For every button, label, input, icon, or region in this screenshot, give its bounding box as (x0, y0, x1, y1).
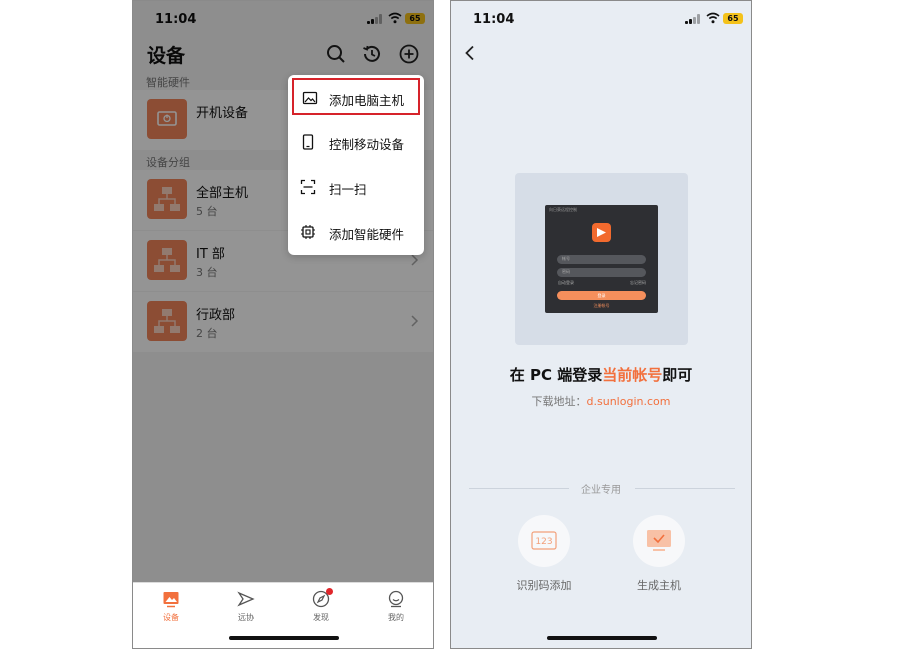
menu-item-add-hardware[interactable]: 添加智能硬件 (288, 210, 424, 255)
tab-label: 设备 (163, 613, 179, 622)
login-window-preview: 向日葵远程控制 帐号 密码 自动登录 忘记密码 登录 注册帐号 (545, 205, 658, 313)
add-pc-screen: 11:04 65 向日葵远程控制 帐号 密码 自动登录 忘记密码 登录 注册帐号… (450, 0, 752, 649)
profile-icon (388, 590, 404, 608)
menu-item-label: 扫一扫 (329, 182, 367, 197)
generate-host-label: 生成主机 (637, 579, 681, 592)
tab-discover[interactable]: 发现 (291, 588, 351, 628)
download-address: 下载地址：d.sunlogin.com (451, 393, 751, 409)
menu-item-label: 添加智能硬件 (329, 227, 405, 242)
wifi-icon (706, 12, 720, 24)
menu-item-label: 控制移动设备 (329, 137, 405, 152)
tab-label: 发现 (313, 613, 329, 622)
tab-profile[interactable]: 我的 (366, 588, 426, 628)
menu-item-scan[interactable]: 扫一扫 (288, 165, 424, 210)
menu-item-control-mobile[interactable]: 控制移动设备 (288, 120, 424, 165)
id-code-add-label: 识别码添加 (516, 579, 572, 592)
pc-login-illustration: 向日葵远程控制 帐号 密码 自动登录 忘记密码 登录 注册帐号 (515, 173, 688, 345)
id-code-add-button[interactable]: 123 (518, 515, 570, 567)
login-button-preview: 登录 (557, 291, 646, 300)
status-time: 11:04 (473, 12, 515, 27)
notification-badge (326, 588, 333, 595)
password-field-preview: 密码 (557, 268, 646, 277)
monitor-check-icon (647, 530, 671, 551)
sunlogin-logo (592, 223, 611, 242)
divider (635, 488, 735, 489)
register-link-preview: 注册帐号 (593, 303, 610, 308)
signal-icon (685, 14, 700, 24)
headline-highlight: 当前帐号 (602, 366, 663, 384)
id-code-icon-text: 123 (535, 537, 552, 547)
add-menu: 添加电脑主机 控制移动设备 扫一扫 添加智能硬件 (288, 75, 424, 255)
back-arrow-icon[interactable] (463, 45, 477, 61)
preview-title: 向日葵远程控制 (549, 207, 577, 212)
menu-item-add-pc[interactable]: 添加电脑主机 (292, 78, 420, 115)
chip-icon (301, 225, 315, 239)
generate-host-button[interactable] (633, 515, 685, 567)
logo-mark-icon (597, 228, 606, 237)
download-label: 下载地址： (531, 395, 587, 408)
devices-tab-icon (163, 592, 179, 608)
tab-label: 我的 (388, 613, 404, 622)
status-bar: 11:04 65 (451, 1, 751, 37)
tab-remote-assist[interactable]: 远协 (216, 588, 276, 628)
tab-label: 远协 (238, 613, 254, 622)
menu-item-label: 添加电脑主机 (329, 93, 405, 108)
devices-screen: 11:04 65 设备 智能硬件 开机设备 设备分组 全部主机 5 台 IT 部… (132, 0, 434, 649)
id-code-icon: 123 (531, 531, 557, 550)
account-placeholder: 帐号 (562, 256, 570, 261)
image-icon (302, 91, 318, 105)
account-field-preview: 帐号 (557, 255, 646, 264)
password-placeholder: 密码 (562, 269, 570, 274)
headline-suffix: 即可 (662, 366, 693, 384)
scan-icon (300, 179, 316, 195)
auto-login-label: 自动登录 (558, 280, 574, 285)
battery-icon: 65 (723, 13, 743, 24)
download-url[interactable]: d.sunlogin.com (587, 395, 671, 408)
phone-icon (302, 134, 314, 150)
instruction-headline: 在 PC 端登录当前帐号即可 (451, 364, 751, 385)
remember-password-label: 忘记密码 (630, 280, 646, 285)
tab-devices[interactable]: 设备 (141, 588, 201, 628)
headline-prefix: 在 PC 端登录 (509, 366, 603, 384)
home-indicator (547, 636, 657, 640)
remote-assist-icon (237, 591, 255, 607)
tab-bar: 设备 远协 发现 我的 (133, 582, 433, 648)
home-indicator (229, 636, 339, 640)
